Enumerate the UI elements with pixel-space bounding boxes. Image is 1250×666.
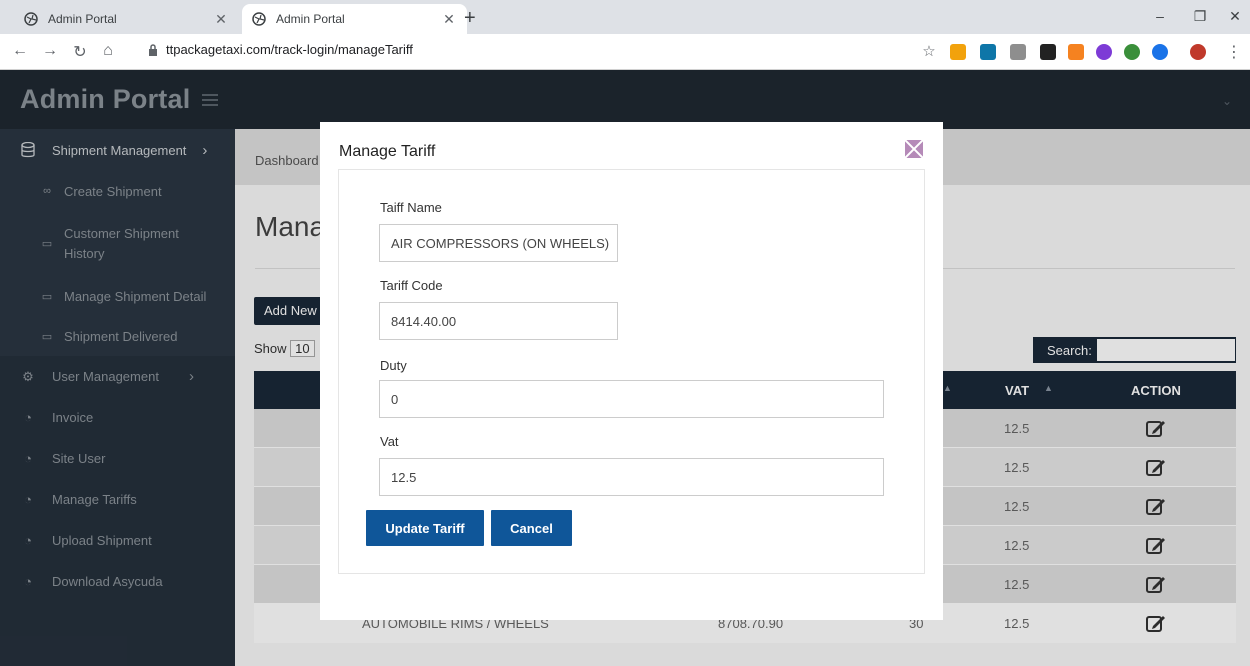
globe-icon (24, 12, 38, 26)
tariff-code-input[interactable]: 8414.40.00 (379, 302, 618, 340)
browser-tab-active[interactable]: Admin Portal ✕ (242, 4, 467, 34)
forward-icon[interactable]: → (38, 42, 62, 60)
color-extension-icon[interactable] (1096, 44, 1112, 60)
tariff-name-input[interactable]: AIR COMPRESSORS (ON WHEELS) (379, 224, 618, 262)
close-icon[interactable]: ✕ (441, 11, 457, 28)
tab-title: Admin Portal (48, 12, 117, 26)
glasses-extension-icon[interactable] (1040, 44, 1056, 60)
chrome-extension-icon[interactable] (1124, 44, 1140, 60)
address-bar: ← → ↻ ⌂ ttpackagetaxi.com/track-login/ma… (0, 34, 1250, 70)
linkedin-icon[interactable] (980, 44, 996, 60)
reload-icon[interactable]: ↻ (68, 42, 92, 62)
vat-input[interactable]: 12.5 (379, 458, 884, 496)
browser-tab-bar: Admin Portal ✕ Admin Portal ✕ + – ❐ ✕ (0, 0, 1250, 34)
browser-tab[interactable]: Admin Portal ✕ (14, 4, 239, 34)
duty-label: Duty (380, 358, 407, 373)
tariff-code-label: Tariff Code (380, 278, 443, 293)
close-icon[interactable] (905, 140, 923, 158)
url-text: ttpackagetaxi.com/track-login/manageTari… (166, 42, 413, 57)
lock-icon (149, 43, 157, 56)
globe-icon (252, 12, 266, 26)
tab-title: Admin Portal (276, 12, 345, 26)
new-tab-icon[interactable]: + (464, 8, 476, 28)
rss-icon[interactable] (950, 44, 966, 60)
cancel-button[interactable]: Cancel (491, 510, 572, 546)
close-icon[interactable]: ✕ (213, 11, 229, 28)
home-icon[interactable]: ⌂ (96, 42, 120, 60)
star-icon[interactable]: ☆ (917, 42, 941, 60)
manage-tariff-modal: Manage Tariff Taiff Name AIR COMPRESSORS… (320, 122, 943, 620)
update-tariff-button[interactable]: Update Tariff (366, 510, 484, 546)
window-close-icon[interactable]: ✕ (1215, 8, 1250, 25)
tracker-extension-icon[interactable] (1152, 44, 1168, 60)
profile-avatar[interactable] (1190, 44, 1206, 60)
url-field[interactable]: ttpackagetaxi.com/track-login/manageTari… (148, 42, 413, 57)
vat-label: Vat (380, 434, 399, 449)
tariff-name-label: Taiff Name (380, 200, 442, 215)
restore-icon[interactable]: ❐ (1180, 8, 1220, 25)
minimize-icon[interactable]: – (1140, 8, 1180, 24)
feed-extension-icon[interactable] (1068, 44, 1084, 60)
duty-input[interactable]: 0 (379, 380, 884, 418)
back-icon[interactable]: ← (8, 42, 32, 60)
modal-title: Manage Tariff (339, 143, 436, 160)
more-menu-icon[interactable]: ⋮ (1222, 42, 1246, 62)
g-extension-icon[interactable] (1010, 44, 1026, 60)
